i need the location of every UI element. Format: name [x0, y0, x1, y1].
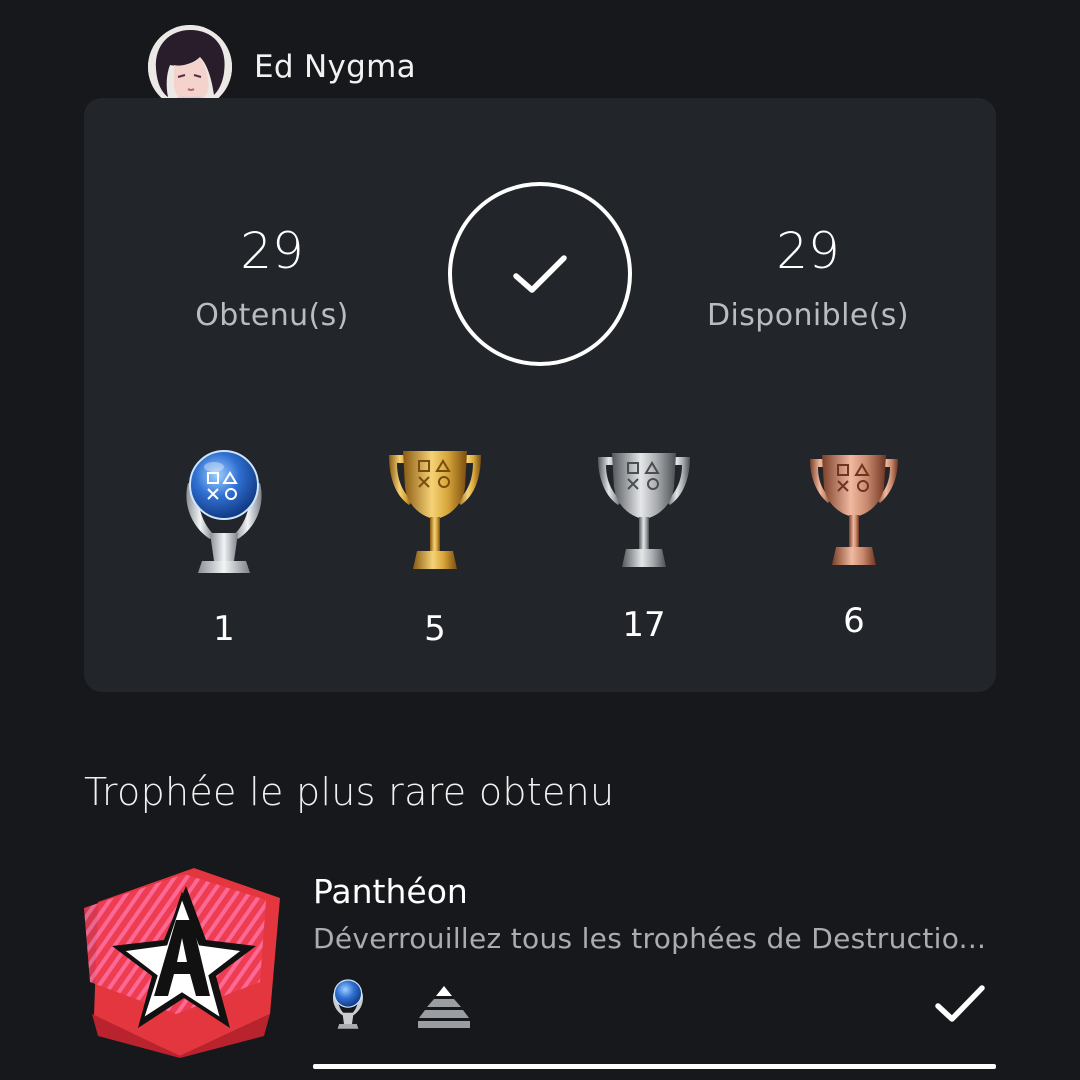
- gold-trophy-group[interactable]: 5: [365, 443, 505, 649]
- check-icon: [513, 255, 567, 293]
- trophy-summary-card: 29 Obtenu(s) 29 Disponible(s) 1 5 17 6: [84, 98, 996, 692]
- progress-underline: [313, 1064, 996, 1069]
- available-label: Disponible(s): [707, 298, 909, 333]
- check-icon: [935, 985, 985, 1022]
- rarest-trophy-name: Panthéon: [313, 872, 468, 911]
- username: Ed Nygma: [254, 49, 416, 85]
- earned-count: 29: [240, 222, 304, 280]
- trophy-art-icon: [84, 868, 280, 1058]
- silver-trophy-icon: [598, 453, 690, 567]
- completion-ring: [448, 182, 632, 366]
- available-count: 29: [776, 222, 840, 280]
- rarity-pyramid-icon: [418, 986, 470, 1028]
- platinum-trophy-icon: [332, 979, 364, 1029]
- profile-header[interactable]: Ed Nygma: [148, 25, 416, 109]
- gold-count: 5: [424, 609, 446, 649]
- avatar[interactable]: [148, 25, 232, 109]
- available-stat: 29 Disponible(s): [678, 226, 938, 333]
- platinum-trophy-group[interactable]: 1: [154, 443, 294, 649]
- platinum-count: 1: [213, 609, 235, 649]
- earned-label: Obtenu(s): [195, 298, 349, 333]
- gold-trophy-icon: [389, 451, 481, 569]
- rarest-section-title: Trophée le plus rare obtenu: [84, 770, 615, 814]
- platinum-trophy-icon: [186, 450, 262, 573]
- user-avatar-icon: [148, 25, 232, 109]
- silver-count: 17: [622, 605, 666, 645]
- bronze-count: 6: [843, 601, 865, 641]
- silver-trophy-group[interactable]: 17: [574, 443, 714, 645]
- rarest-trophy-description: Déverrouillez tous les trophées de Destr…: [313, 922, 987, 955]
- bronze-trophy-icon: [810, 455, 898, 565]
- earned-stat: 29 Obtenu(s): [142, 226, 402, 333]
- bronze-trophy-group[interactable]: 6: [784, 443, 924, 641]
